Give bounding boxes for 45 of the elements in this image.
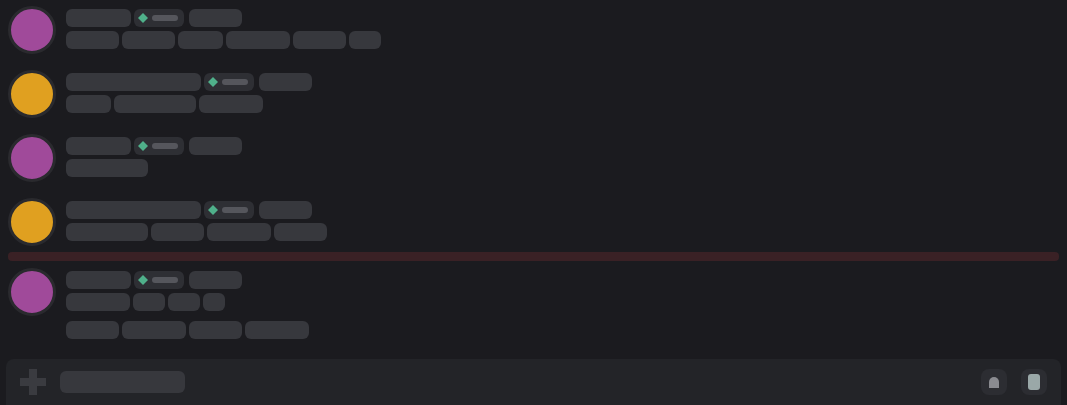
redacted-timestamp: [189, 137, 242, 155]
redacted-text: [226, 31, 290, 49]
redacted-name: [66, 137, 131, 155]
redacted-text: [222, 79, 248, 85]
redacted-text: [66, 95, 111, 113]
redacted-text: [152, 277, 178, 283]
redacted-text: [66, 293, 130, 311]
redacted-text: [293, 31, 346, 49]
redacted-timestamp: [189, 271, 242, 289]
gem-icon: [208, 205, 218, 215]
gem-icon: [138, 141, 148, 151]
redacted-text: [199, 95, 263, 113]
redacted-timestamp: [259, 201, 312, 219]
redacted-text: [168, 293, 200, 311]
redacted-text: [66, 31, 119, 49]
avatar[interactable]: [8, 268, 56, 316]
redacted-text: [222, 207, 248, 213]
redacted-text: [152, 143, 178, 149]
card-icon: [1028, 374, 1040, 390]
avatar[interactable]: [8, 134, 56, 182]
composer-button[interactable]: [981, 369, 1007, 395]
redacted-name: [66, 271, 131, 289]
redacted-text: [152, 15, 178, 21]
redacted-text: [203, 293, 225, 311]
redacted-text: [274, 223, 327, 241]
redacted-text: [122, 321, 186, 339]
redacted-name: [66, 9, 131, 27]
avatar[interactable]: [8, 70, 56, 118]
gem-icon: [208, 77, 218, 87]
gem-icon: [138, 275, 148, 285]
redacted-text: [178, 31, 223, 49]
gem-icon: [138, 13, 148, 23]
avatar[interactable]: [8, 198, 56, 246]
redacted-text: [245, 321, 309, 339]
avatar[interactable]: [8, 6, 56, 54]
redacted-text: [122, 31, 175, 49]
redacted-text: [189, 321, 242, 339]
redacted-text: [133, 293, 165, 311]
redacted-timestamp: [189, 9, 242, 27]
redacted-text: [207, 223, 271, 241]
redacted-text: [349, 31, 381, 49]
composer-button[interactable]: [1021, 369, 1047, 395]
redacted-text: [151, 223, 204, 241]
redacted-text: [66, 321, 119, 339]
redacted-timestamp: [259, 73, 312, 91]
